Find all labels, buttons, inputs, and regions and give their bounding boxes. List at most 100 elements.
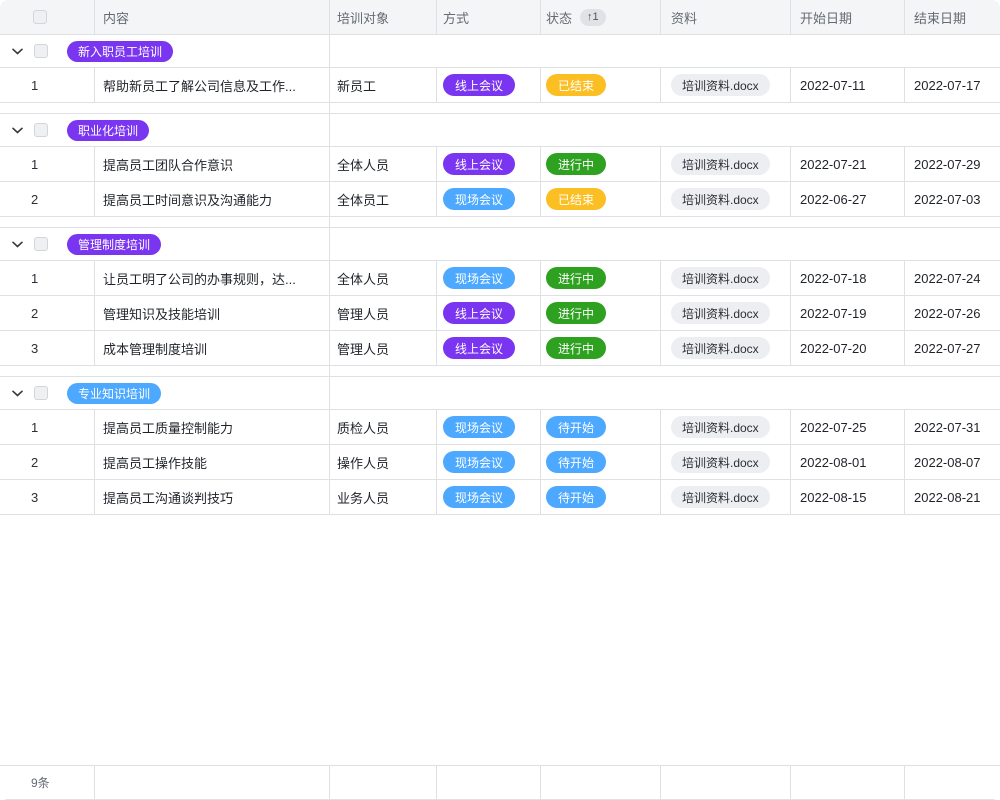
cell-content[interactable]: 让员工明了公司的办事规则，达... [95, 261, 330, 296]
attachment-chip[interactable]: 培训资料.docx [671, 267, 770, 289]
cell-end-date[interactable]: 2022-07-31 [905, 410, 1000, 445]
attachment-chip[interactable]: 培训资料.docx [671, 188, 770, 210]
cell-content[interactable]: 帮助新员工了解公司信息及工作... [95, 68, 330, 103]
cell-material[interactable]: 培训资料.docx [661, 182, 791, 217]
cell-end-date[interactable]: 2022-08-07 [905, 445, 1000, 480]
attachment-chip[interactable]: 培训资料.docx [671, 451, 770, 473]
cell-material[interactable]: 培训资料.docx [661, 147, 791, 182]
column-header-method[interactable]: 方式 [443, 8, 469, 27]
column-header-material[interactable]: 资料 [671, 8, 697, 27]
cell-method[interactable]: 线上会议 [437, 68, 541, 103]
cell-method[interactable]: 线上会议 [437, 296, 541, 331]
cell-start-date[interactable]: 2022-07-21 [791, 147, 905, 182]
chevron-down-icon[interactable] [12, 127, 23, 134]
table-row[interactable]: 3 提高员工沟通谈判技巧 业务人员 现场会议 待开始 培训资料.docx 202… [0, 480, 1000, 515]
cell-target[interactable]: 业务人员 [330, 480, 437, 515]
group-header[interactable]: 职业化培训 [0, 114, 1000, 147]
cell-status[interactable]: 待开始 [541, 480, 661, 515]
cell-end-date[interactable]: 2022-07-29 [905, 147, 1000, 182]
table-row[interactable]: 2 管理知识及技能培训 管理人员 线上会议 进行中 培训资料.docx 2022… [0, 296, 1000, 331]
cell-status[interactable]: 进行中 [541, 331, 661, 366]
cell-content[interactable]: 提高员工团队合作意识 [95, 147, 330, 182]
cell-end-date[interactable]: 2022-07-26 [905, 296, 1000, 331]
group-header[interactable]: 管理制度培训 [0, 228, 1000, 261]
cell-material[interactable]: 培训资料.docx [661, 410, 791, 445]
column-header-target[interactable]: 培训对象 [337, 8, 389, 27]
group-checkbox[interactable] [34, 44, 48, 58]
column-header-end-date[interactable]: 结束日期 [914, 8, 966, 27]
cell-start-date[interactable]: 2022-07-19 [791, 296, 905, 331]
cell-content[interactable]: 提高员工质量控制能力 [95, 410, 330, 445]
table-row[interactable]: 1 让员工明了公司的办事规则，达... 全体人员 现场会议 进行中 培训资料.d… [0, 261, 1000, 296]
cell-start-date[interactable]: 2022-06-27 [791, 182, 905, 217]
column-header-status[interactable]: 状态 [546, 8, 572, 27]
column-header-start-date[interactable]: 开始日期 [800, 8, 852, 27]
attachment-chip[interactable]: 培训资料.docx [671, 337, 770, 359]
cell-status[interactable]: 进行中 [541, 296, 661, 331]
cell-target[interactable]: 全体人员 [330, 147, 437, 182]
chevron-down-icon[interactable] [12, 241, 23, 248]
group-header[interactable]: 专业知识培训 [0, 377, 1000, 410]
cell-status[interactable]: 进行中 [541, 147, 661, 182]
table-row[interactable]: 3 成本管理制度培训 管理人员 线上会议 进行中 培训资料.docx 2022-… [0, 331, 1000, 366]
cell-material[interactable]: 培训资料.docx [661, 261, 791, 296]
cell-start-date[interactable]: 2022-07-18 [791, 261, 905, 296]
group-checkbox[interactable] [34, 386, 48, 400]
cell-content[interactable]: 管理知识及技能培训 [95, 296, 330, 331]
cell-end-date[interactable]: 2022-08-21 [905, 480, 1000, 515]
cell-material[interactable]: 培训资料.docx [661, 480, 791, 515]
attachment-chip[interactable]: 培训资料.docx [671, 416, 770, 438]
cell-start-date[interactable]: 2022-08-15 [791, 480, 905, 515]
chevron-down-icon[interactable] [12, 390, 23, 397]
cell-method[interactable]: 现场会议 [437, 480, 541, 515]
sort-indicator-badge[interactable]: ↑1 [580, 9, 606, 26]
cell-start-date[interactable]: 2022-08-01 [791, 445, 905, 480]
cell-target[interactable]: 管理人员 [330, 331, 437, 366]
group-header[interactable]: 新入职员工培训 [0, 35, 1000, 68]
cell-target[interactable]: 管理人员 [330, 296, 437, 331]
cell-target[interactable]: 质检人员 [330, 410, 437, 445]
cell-content[interactable]: 提高员工时间意识及沟通能力 [95, 182, 330, 217]
cell-status[interactable]: 进行中 [541, 261, 661, 296]
attachment-chip[interactable]: 培训资料.docx [671, 302, 770, 324]
cell-material[interactable]: 培训资料.docx [661, 445, 791, 480]
column-header-content[interactable]: 内容 [103, 8, 129, 27]
cell-method[interactable]: 现场会议 [437, 261, 541, 296]
cell-method[interactable]: 现场会议 [437, 182, 541, 217]
cell-start-date[interactable]: 2022-07-11 [791, 68, 905, 103]
table-row[interactable]: 2 提高员工时间意识及沟通能力 全体员工 现场会议 已结束 培训资料.docx … [0, 182, 1000, 217]
cell-end-date[interactable]: 2022-07-24 [905, 261, 1000, 296]
cell-target[interactable]: 新员工 [330, 68, 437, 103]
cell-end-date[interactable]: 2022-07-27 [905, 331, 1000, 366]
cell-start-date[interactable]: 2022-07-20 [791, 331, 905, 366]
cell-start-date[interactable]: 2022-07-25 [791, 410, 905, 445]
cell-method[interactable]: 现场会议 [437, 445, 541, 480]
cell-material[interactable]: 培训资料.docx [661, 331, 791, 366]
select-all-checkbox[interactable] [33, 10, 47, 24]
table-row[interactable]: 2 提高员工操作技能 操作人员 现场会议 待开始 培训资料.docx 2022-… [0, 445, 1000, 480]
chevron-down-icon[interactable] [12, 48, 23, 55]
attachment-chip[interactable]: 培训资料.docx [671, 74, 770, 96]
attachment-chip[interactable]: 培训资料.docx [671, 486, 770, 508]
cell-method[interactable]: 现场会议 [437, 410, 541, 445]
cell-status[interactable]: 待开始 [541, 410, 661, 445]
cell-target[interactable]: 全体员工 [330, 182, 437, 217]
cell-content[interactable]: 提高员工沟通谈判技巧 [95, 480, 330, 515]
cell-material[interactable]: 培训资料.docx [661, 68, 791, 103]
cell-material[interactable]: 培训资料.docx [661, 296, 791, 331]
cell-target[interactable]: 全体人员 [330, 261, 437, 296]
cell-status[interactable]: 待开始 [541, 445, 661, 480]
table-row[interactable]: 1 提高员工团队合作意识 全体人员 线上会议 进行中 培训资料.docx 202… [0, 147, 1000, 182]
cell-content[interactable]: 提高员工操作技能 [95, 445, 330, 480]
group-checkbox[interactable] [34, 123, 48, 137]
cell-content[interactable]: 成本管理制度培训 [95, 331, 330, 366]
cell-target[interactable]: 操作人员 [330, 445, 437, 480]
cell-method[interactable]: 线上会议 [437, 331, 541, 366]
group-checkbox[interactable] [34, 237, 48, 251]
table-row[interactable]: 1 帮助新员工了解公司信息及工作... 新员工 线上会议 已结束 培训资料.do… [0, 68, 1000, 103]
cell-status[interactable]: 已结束 [541, 182, 661, 217]
table-row[interactable]: 1 提高员工质量控制能力 质检人员 现场会议 待开始 培训资料.docx 202… [0, 410, 1000, 445]
attachment-chip[interactable]: 培训资料.docx [671, 153, 770, 175]
cell-method[interactable]: 线上会议 [437, 147, 541, 182]
cell-end-date[interactable]: 2022-07-17 [905, 68, 1000, 103]
